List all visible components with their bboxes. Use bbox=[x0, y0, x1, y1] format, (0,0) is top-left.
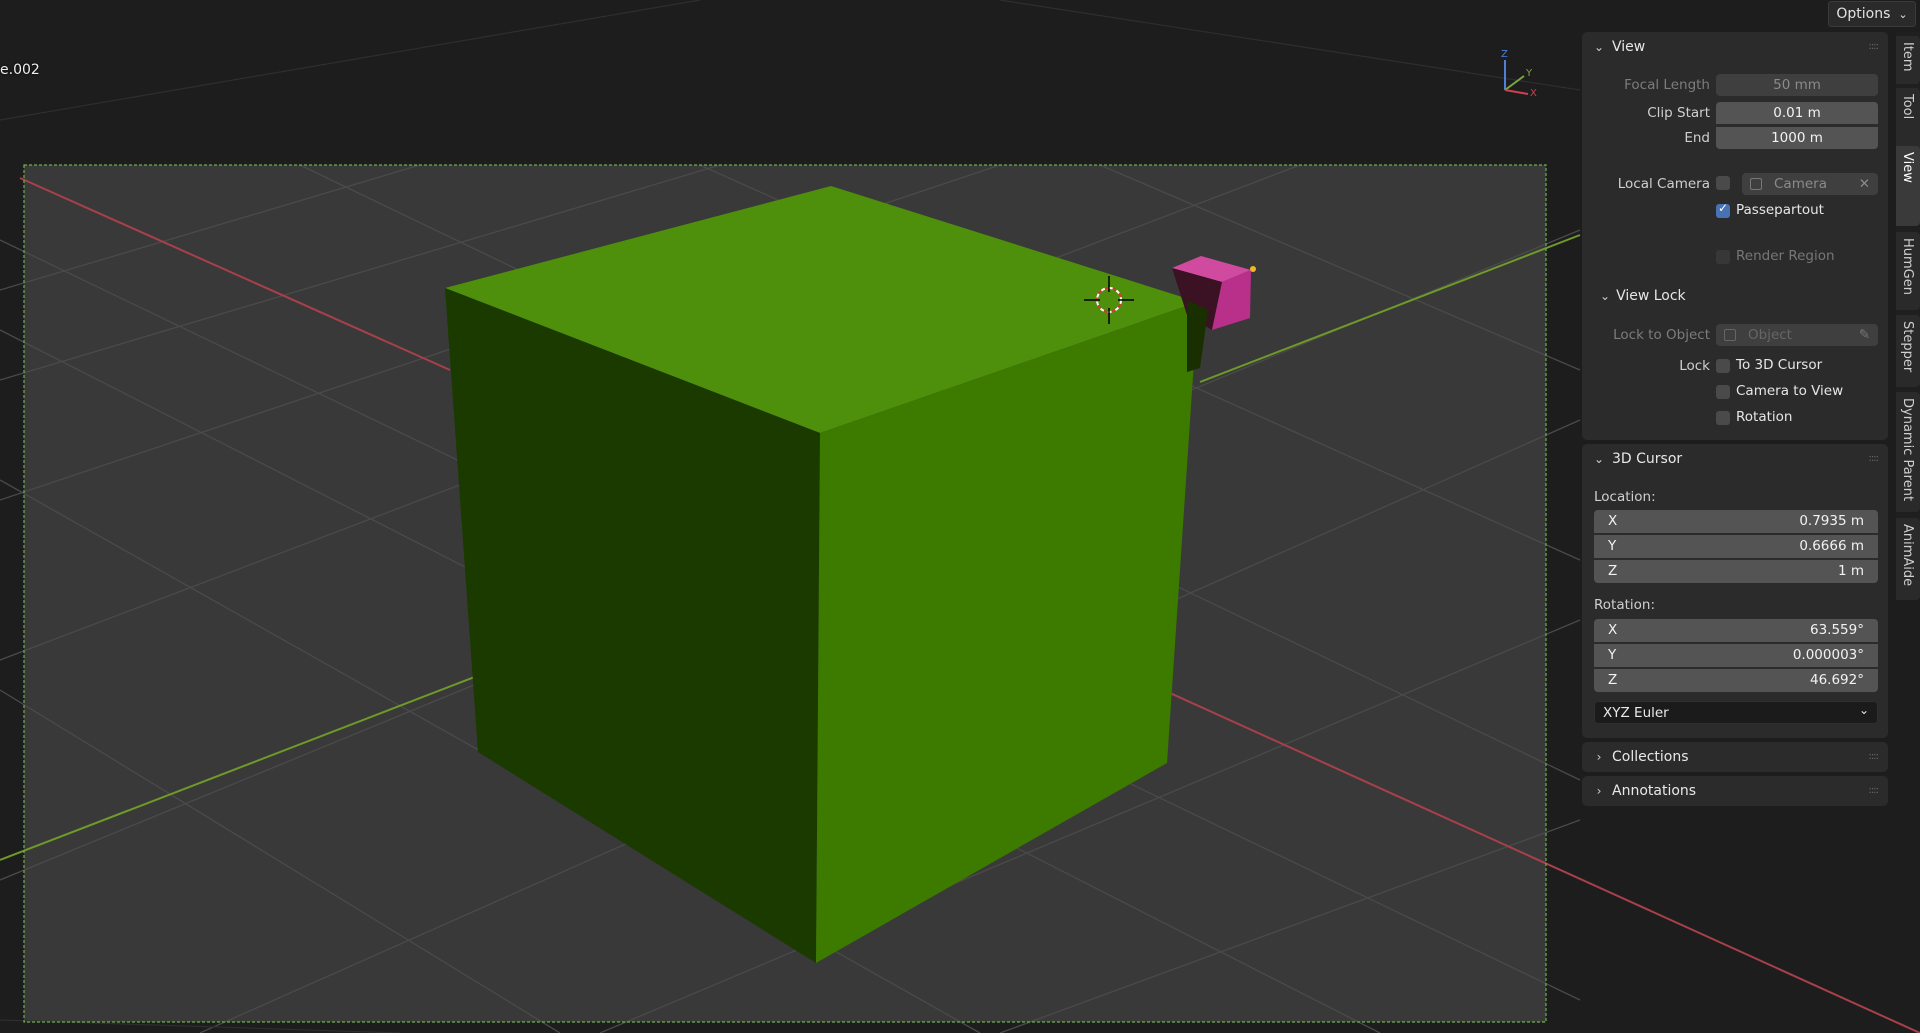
tab-tool-label: Tool bbox=[1900, 94, 1915, 120]
rotation-y-value: 0.000003° bbox=[1792, 647, 1864, 663]
drag-grip-icon[interactable]: :::: bbox=[1869, 453, 1880, 464]
tab-stepper-label: Stepper bbox=[1900, 321, 1915, 373]
lock-to-object-label: Lock to Object bbox=[1613, 327, 1710, 343]
location-z-field[interactable]: Z 1 m bbox=[1594, 560, 1878, 583]
blender-3d-viewport-screen: Z Y X e.002 Options ⌄ ⌄ View :::: Focal … bbox=[0, 0, 1920, 1033]
view-panel-title: View bbox=[1612, 39, 1646, 55]
lock-label: Lock bbox=[1679, 358, 1710, 374]
tab-item-label: Item bbox=[1900, 42, 1915, 72]
rotation-mode-dropdown[interactable]: XYZ Euler ⌄ bbox=[1594, 701, 1878, 724]
render-region-checkbox[interactable] bbox=[1716, 250, 1730, 264]
location-x-field[interactable]: X 0.7935 m bbox=[1594, 510, 1878, 533]
gizmo-z-label: Z bbox=[1501, 49, 1508, 60]
location-x-axis: X bbox=[1608, 513, 1618, 529]
tab-humgen-label: HumGen bbox=[1900, 238, 1915, 295]
focal-length-label: Focal Length bbox=[1624, 77, 1710, 93]
checkmark-icon: ✓ bbox=[1718, 201, 1729, 215]
passepartout-checkbox[interactable]: ✓ bbox=[1716, 201, 1730, 218]
chevron-down-icon: ⌄ bbox=[1858, 703, 1869, 717]
tab-animaide-label: AnimAide bbox=[1900, 524, 1915, 587]
passepartout-label: Passepartout bbox=[1736, 202, 1824, 218]
local-camera-label: Local Camera bbox=[1617, 176, 1710, 192]
options-button[interactable]: Options ⌄ bbox=[1828, 1, 1916, 27]
chevron-down-icon: ⌄ bbox=[1600, 289, 1611, 303]
gizmo-y-label: Y bbox=[1525, 68, 1533, 79]
chevron-right-icon: › bbox=[1596, 784, 1602, 798]
local-camera-value: Camera bbox=[1774, 176, 1827, 192]
tab-animaide[interactable]: AnimAide bbox=[1896, 518, 1920, 600]
view-lock-header[interactable]: ⌄ View Lock bbox=[1600, 288, 1686, 304]
rotation-z-value: 46.692° bbox=[1810, 672, 1864, 688]
drag-grip-icon[interactable]: :::: bbox=[1869, 785, 1880, 796]
camera-to-view-checkbox[interactable] bbox=[1716, 385, 1730, 399]
rotation-y-axis: Y bbox=[1608, 647, 1617, 663]
drag-grip-icon[interactable]: :::: bbox=[1869, 41, 1880, 52]
view-lock-title: View Lock bbox=[1616, 288, 1686, 304]
3d-cursor-panel-title: 3D Cursor bbox=[1612, 451, 1683, 467]
lock-rotation-label: Rotation bbox=[1736, 409, 1793, 425]
chevron-down-icon: ⌄ bbox=[1593, 40, 1605, 54]
object-icon bbox=[1724, 329, 1736, 341]
viewport-info-object: e.002 bbox=[0, 62, 40, 78]
location-y-value: 0.6666 m bbox=[1799, 538, 1864, 554]
rotation-x-field[interactable]: X 63.559° bbox=[1594, 619, 1878, 642]
focal-length-field[interactable]: 50 mm bbox=[1716, 74, 1878, 96]
small-cube-origin bbox=[1250, 266, 1256, 272]
location-z-axis: Z bbox=[1608, 563, 1618, 579]
3d-cursor-panel: ⌄ 3D Cursor :::: Location: X 0.7935 m Y … bbox=[1582, 444, 1888, 738]
rotation-x-axis: X bbox=[1608, 622, 1618, 638]
n-panel-sidebar: ⌄ View :::: Focal Length 50 mm Clip Star… bbox=[1582, 32, 1890, 1033]
clip-end-field[interactable]: 1000 m bbox=[1716, 127, 1878, 149]
clip-end-label: End bbox=[1684, 130, 1710, 146]
tab-stepper[interactable]: Stepper bbox=[1896, 315, 1920, 387]
location-y-field[interactable]: Y 0.6666 m bbox=[1594, 535, 1878, 558]
tab-view-label: View bbox=[1900, 152, 1915, 183]
chevron-down-icon: ⌄ bbox=[1898, 7, 1908, 21]
local-camera-checkbox[interactable] bbox=[1716, 176, 1730, 190]
annotations-panel[interactable]: › Annotations :::: bbox=[1582, 776, 1888, 806]
lock-to-3d-cursor-label: To 3D Cursor bbox=[1736, 357, 1823, 373]
3d-cursor-panel-header[interactable]: ⌄ 3D Cursor :::: bbox=[1582, 444, 1888, 474]
annotations-panel-header[interactable]: › Annotations :::: bbox=[1582, 776, 1888, 806]
collections-panel-header[interactable]: › Collections :::: bbox=[1582, 742, 1888, 772]
rotation-label: Rotation: bbox=[1594, 597, 1656, 613]
rotation-y-field[interactable]: Y 0.000003° bbox=[1594, 644, 1878, 667]
camera-icon bbox=[1750, 178, 1762, 190]
sidebar-tab-strip: Item Tool View HumGen Stepper Dynamic Pa… bbox=[1896, 32, 1920, 600]
rotation-x-value: 63.559° bbox=[1810, 622, 1864, 638]
location-x-value: 0.7935 m bbox=[1799, 513, 1864, 529]
location-y-axis: Y bbox=[1608, 538, 1617, 554]
rotation-z-field[interactable]: Z 46.692° bbox=[1594, 669, 1878, 692]
view-panel: ⌄ View :::: Focal Length 50 mm Clip Star… bbox=[1582, 32, 1888, 440]
location-label: Location: bbox=[1594, 489, 1656, 505]
collections-panel-title: Collections bbox=[1612, 749, 1689, 765]
render-region-label: Render Region bbox=[1736, 248, 1835, 264]
options-label: Options bbox=[1836, 6, 1891, 22]
tab-humgen[interactable]: HumGen bbox=[1896, 232, 1920, 310]
camera-to-view-label: Camera to View bbox=[1736, 383, 1844, 399]
lock-to-object-placeholder: Object bbox=[1748, 327, 1792, 343]
collections-panel[interactable]: › Collections :::: bbox=[1582, 742, 1888, 772]
tab-dynamic-parent-label: Dynamic Parent bbox=[1900, 398, 1915, 502]
tab-dynamic-parent[interactable]: Dynamic Parent bbox=[1896, 392, 1920, 512]
rotation-mode-value: XYZ Euler bbox=[1603, 705, 1669, 721]
rotation-z-axis: Z bbox=[1608, 672, 1618, 688]
clear-x-icon[interactable]: ✕ bbox=[1859, 176, 1870, 192]
eyedropper-icon[interactable]: ✎ bbox=[1859, 327, 1870, 343]
chevron-down-icon: ⌄ bbox=[1593, 452, 1605, 466]
tab-item[interactable]: Item bbox=[1896, 36, 1920, 84]
view-panel-header[interactable]: ⌄ View :::: bbox=[1582, 32, 1888, 62]
drag-grip-icon[interactable]: :::: bbox=[1869, 751, 1880, 762]
tab-view[interactable]: View bbox=[1896, 146, 1920, 226]
local-camera-field[interactable]: Camera ✕ bbox=[1742, 173, 1878, 195]
gizmo-x-label: X bbox=[1530, 88, 1537, 99]
clip-start-field[interactable]: 0.01 m bbox=[1716, 102, 1878, 124]
annotations-panel-title: Annotations bbox=[1612, 783, 1697, 799]
chevron-right-icon: › bbox=[1596, 750, 1602, 764]
lock-to-3d-cursor-checkbox[interactable] bbox=[1716, 359, 1730, 373]
clip-start-label: Clip Start bbox=[1647, 105, 1710, 121]
lock-rotation-checkbox[interactable] bbox=[1716, 411, 1730, 425]
lock-to-object-field[interactable]: Object ✎ bbox=[1716, 324, 1878, 346]
location-z-value: 1 m bbox=[1837, 563, 1864, 579]
